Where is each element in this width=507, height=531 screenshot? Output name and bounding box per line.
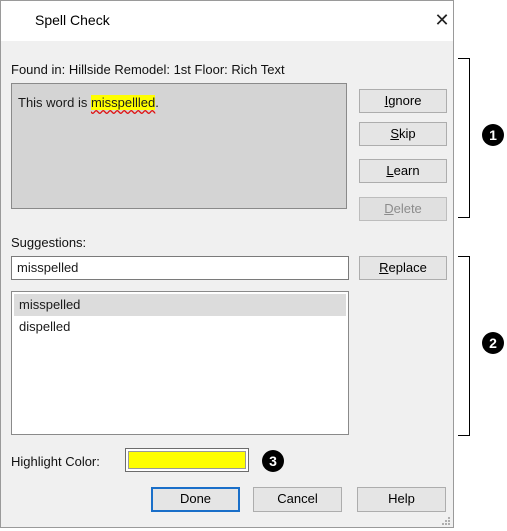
ignore-label: gnore [388, 93, 422, 108]
callout-bracket-2 [458, 256, 470, 436]
suggestions-label: Suggestions: [11, 235, 87, 250]
replacement-input[interactable]: misspelled [11, 256, 349, 280]
skip-label: kip [399, 126, 416, 141]
context-text-after: . [155, 95, 159, 110]
replace-button[interactable]: Replace [359, 256, 447, 280]
delete-button[interactable]: Delete [359, 197, 447, 221]
skip-button[interactable]: Skip [359, 122, 447, 146]
help-button[interactable]: Help [357, 487, 446, 512]
ignore-button[interactable]: Ignore [359, 89, 447, 113]
context-text-before: This word is [18, 95, 91, 110]
misspelled-word: misspellled [90, 95, 156, 110]
cancel-button[interactable]: Cancel [253, 487, 342, 512]
dialog-title: Spell Check [35, 12, 110, 28]
spell-check-dialog: Spell Check ✕ Found in: Hillside Remodel… [0, 0, 454, 528]
skip-mnemonic: S [390, 126, 400, 141]
title-bar: Spell Check ✕ [1, 1, 453, 41]
context-text-panel: This word is misspellled. [11, 83, 347, 209]
callout-3: 3 [262, 450, 284, 472]
list-item[interactable]: misspelled [14, 294, 346, 316]
delete-mnemonic: D [384, 201, 394, 216]
done-button[interactable]: Done [151, 487, 240, 512]
callout-2: 2 [482, 332, 504, 354]
close-icon[interactable]: ✕ [431, 9, 453, 31]
callout-1: 1 [482, 124, 504, 146]
learn-label: earn [393, 163, 420, 178]
resize-grip-icon[interactable] [441, 516, 451, 526]
callout-bracket-1 [458, 58, 470, 218]
learn-mnemonic: L [386, 163, 394, 178]
list-item[interactable]: dispelled [12, 316, 348, 338]
suggestions-list[interactable]: misspelled dispelled [11, 291, 349, 435]
replace-mnemonic: R [379, 260, 389, 275]
delete-label: elete [393, 201, 422, 216]
learn-button[interactable]: Learn [359, 159, 447, 183]
highlight-color-swatch[interactable] [125, 448, 249, 472]
replace-label: eplace [388, 260, 427, 275]
context-sentence: This word is misspellled. [18, 95, 159, 110]
highlight-color-label: Highlight Color: [11, 454, 100, 469]
found-in-label: Found in: Hillside Remodel: 1st Floor: R… [11, 62, 285, 77]
